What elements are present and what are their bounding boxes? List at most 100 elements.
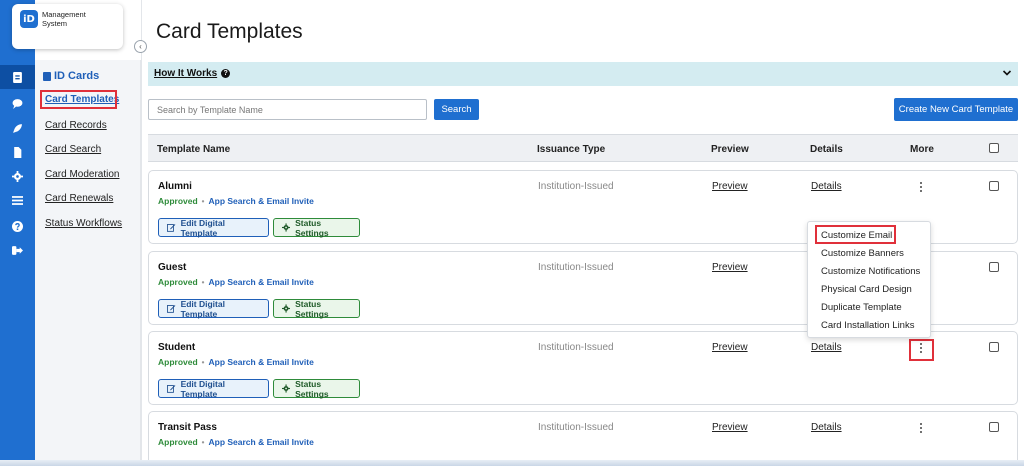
create-template-button[interactable]: Create New Card Template: [894, 98, 1018, 121]
how-it-works-label: How It Works: [154, 68, 218, 79]
invite-type: App Search & Email Invite: [208, 277, 314, 287]
gear-icon: [282, 304, 291, 313]
list-icon[interactable]: [0, 188, 35, 212]
status-settings-button[interactable]: Status Settings: [273, 217, 360, 238]
edit-digital-template-button[interactable]: Edit Digital Template: [158, 298, 269, 319]
id-card-icon: [43, 71, 51, 81]
column-issuance-type: Issuance Type: [537, 144, 606, 155]
details-link[interactable]: Details: [811, 342, 842, 353]
edit-button-label: Edit Digital Template: [180, 378, 225, 399]
select-all-checkbox[interactable]: [989, 143, 999, 153]
preview-link[interactable]: Preview: [712, 422, 748, 433]
separator-dot: •: [201, 196, 205, 206]
collapse-sidebar-button[interactable]: ‹: [134, 40, 147, 53]
more-options-icon[interactable]: [917, 180, 925, 194]
template-status: Approved • App Search & Email Invite: [158, 437, 314, 447]
row-checkbox[interactable]: [989, 422, 999, 432]
template-name: Guest: [158, 262, 187, 273]
logo-mark: iD: [20, 10, 38, 28]
sidebar-heading-label: ID Cards: [54, 70, 100, 82]
menu-item-customize-banners[interactable]: Customize Banners: [821, 248, 904, 259]
status-settings-button[interactable]: Status Settings: [273, 298, 360, 319]
logo-text: Management System: [42, 10, 112, 28]
details-link[interactable]: Details: [811, 181, 842, 192]
chevron-left-icon: ‹: [139, 42, 142, 51]
menu-item-customize-email[interactable]: Customize Email: [821, 230, 892, 241]
sidebar-item-card-search[interactable]: Card Search: [45, 144, 101, 155]
highlight-box: [909, 339, 934, 361]
logo-text-line2: System: [42, 19, 68, 28]
menu-item-card-installation-links[interactable]: Card Installation Links: [821, 320, 914, 331]
status-button-label: Status Settings: [295, 298, 329, 319]
sidebar-item-card-renewals[interactable]: Card Renewals: [45, 193, 113, 204]
status-approved: Approved: [158, 437, 198, 447]
row-checkbox[interactable]: [989, 342, 999, 352]
status-button-label: Status Settings: [295, 378, 329, 399]
more-options-icon[interactable]: [917, 421, 925, 435]
column-more: More: [910, 144, 934, 155]
invite-type: App Search & Email Invite: [208, 357, 314, 367]
edit-button-label: Edit Digital Template: [180, 298, 225, 319]
row-checkbox[interactable]: [989, 262, 999, 272]
separator-dot: •: [201, 357, 205, 367]
status-settings-button[interactable]: Status Settings: [273, 378, 360, 399]
how-it-works-bar[interactable]: How It Works ?: [148, 62, 1018, 86]
gear-icon: [282, 223, 291, 232]
sidebar-item-card-moderation[interactable]: Card Moderation: [45, 169, 119, 180]
column-template-name: Template Name: [157, 144, 231, 155]
column-details: Details: [810, 144, 843, 155]
highlight-box: [40, 90, 117, 109]
template-status: Approved • App Search & Email Invite: [158, 196, 314, 206]
logout-icon[interactable]: [0, 238, 35, 262]
edit-digital-template-button[interactable]: Edit Digital Template: [158, 217, 269, 238]
help-icon[interactable]: [0, 214, 35, 238]
issuance-type: Institution-Issued: [538, 181, 614, 192]
preview-link[interactable]: Preview: [712, 181, 748, 192]
issuance-type: Institution-Issued: [538, 342, 614, 353]
status-approved: Approved: [158, 196, 198, 206]
menu-item-duplicate-template[interactable]: Duplicate Template: [821, 302, 902, 313]
invite-type: App Search & Email Invite: [208, 196, 314, 206]
rocket-icon[interactable]: [0, 116, 35, 140]
issuance-type: Institution-Issued: [538, 262, 614, 273]
separator-dot: •: [201, 437, 205, 447]
table-row: Student Approved • App Search & Email In…: [148, 331, 1018, 405]
invite-type: App Search & Email Invite: [208, 437, 314, 447]
status-button-label: Status Settings: [295, 217, 329, 238]
preview-link[interactable]: Preview: [712, 342, 748, 353]
gear-icon[interactable]: [0, 164, 35, 188]
menu-item-physical-card-design[interactable]: Physical Card Design: [821, 284, 912, 295]
search-button[interactable]: Search: [434, 99, 479, 120]
logo-text-line1: Management: [42, 10, 86, 19]
template-name: Alumni: [158, 181, 192, 192]
search-input[interactable]: [148, 99, 427, 120]
edit-icon: [167, 305, 176, 313]
details-link[interactable]: Details: [811, 422, 842, 433]
id-card-icon[interactable]: [0, 65, 35, 89]
template-name: Student: [158, 342, 196, 353]
how-it-works-toggle[interactable]: How It Works ?: [154, 68, 231, 79]
menu-item-customize-notifications[interactable]: Customize Notifications: [821, 266, 920, 277]
issuance-type: Institution-Issued: [538, 422, 614, 433]
document-icon[interactable]: [0, 140, 35, 164]
sidebar-divider: [141, 0, 142, 466]
gear-icon: [282, 384, 291, 393]
preview-link[interactable]: Preview: [712, 262, 748, 273]
status-approved: Approved: [158, 277, 198, 287]
sidebar-heading: ID Cards: [43, 70, 99, 82]
chat-icon[interactable]: [0, 91, 35, 115]
sidebar-item-status-workflows[interactable]: Status Workflows: [45, 218, 122, 229]
status-approved: Approved: [158, 357, 198, 367]
more-options-menu: Customize Email Customize Banners Custom…: [807, 221, 931, 338]
help-icon: ?: [221, 69, 231, 78]
template-name: Transit Pass: [158, 422, 217, 433]
page-title: Card Templates: [156, 20, 303, 43]
template-status: Approved • App Search & Email Invite: [158, 277, 314, 287]
edit-digital-template-button[interactable]: Edit Digital Template: [158, 378, 269, 399]
sidebar-item-card-records[interactable]: Card Records: [45, 120, 107, 131]
edit-button-label: Edit Digital Template: [180, 217, 225, 238]
app-logo[interactable]: iD Management System: [12, 4, 123, 49]
row-checkbox[interactable]: [989, 181, 999, 191]
icon-rail: [0, 0, 35, 466]
chevron-down-icon[interactable]: [1002, 68, 1012, 78]
